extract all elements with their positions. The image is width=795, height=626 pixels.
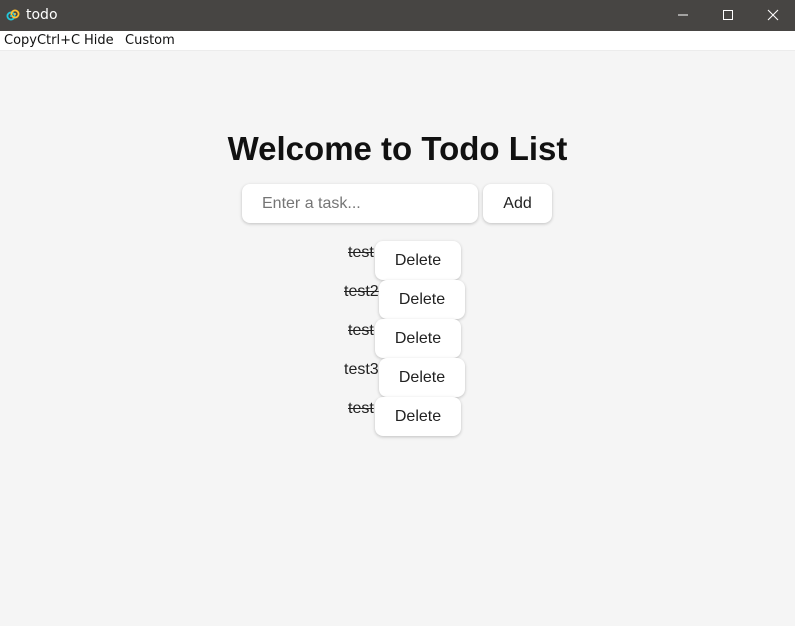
menu-item-custom[interactable]: Custom <box>125 33 175 49</box>
menu-item-copy[interactable]: CopyCtrl+C <box>4 33 80 49</box>
maximize-button[interactable] <box>705 0 751 31</box>
menu-bar: CopyCtrl+C Hide Custom <box>0 31 795 51</box>
todo-item-text: test3 <box>344 361 379 378</box>
tauri-logo-icon <box>6 8 20 22</box>
todo-item-text: test <box>348 244 374 261</box>
delete-button[interactable]: Delete <box>379 280 465 319</box>
delete-button[interactable]: Delete <box>375 241 461 280</box>
delete-button[interactable]: Delete <box>379 358 465 397</box>
add-button[interactable]: Add <box>483 184 552 223</box>
task-input[interactable] <box>242 184 478 223</box>
minimize-button[interactable] <box>660 0 706 31</box>
delete-button[interactable]: Delete <box>375 319 461 358</box>
window-title: todo <box>26 7 58 23</box>
page-title: Welcome to Todo List <box>227 130 568 167</box>
delete-button[interactable]: Delete <box>375 397 461 436</box>
window-titlebar[interactable]: todo <box>0 0 795 31</box>
close-icon <box>767 9 779 21</box>
close-button[interactable] <box>750 0 795 31</box>
menu-item-hide[interactable]: Hide <box>84 33 114 49</box>
todo-item-text: test <box>348 322 374 339</box>
minimize-icon <box>678 14 688 16</box>
maximize-icon <box>723 10 733 20</box>
todo-item-text: test2 <box>344 283 379 300</box>
todo-item-text: test <box>348 400 374 417</box>
